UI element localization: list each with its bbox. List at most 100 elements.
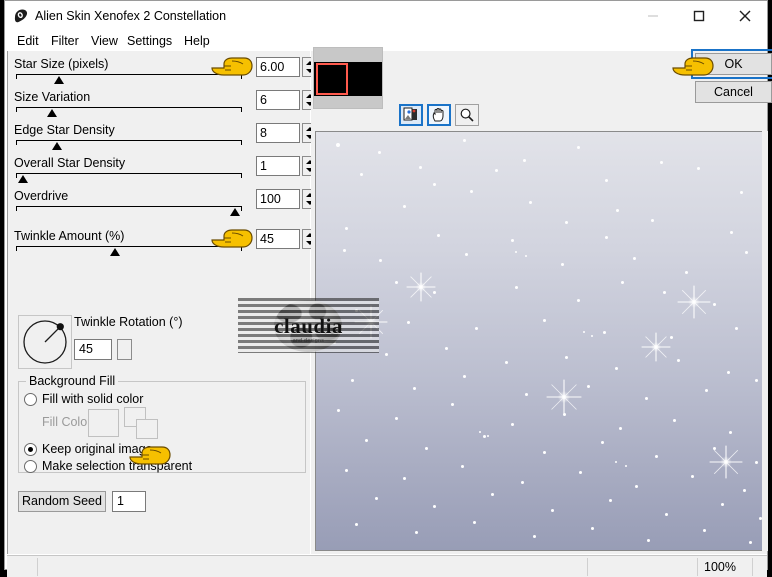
star-dot (542, 318, 546, 322)
menu-item-view[interactable]: View (87, 33, 122, 49)
rotation-stepper[interactable] (117, 339, 132, 360)
radio-make-selection-transparent[interactable] (24, 460, 37, 473)
slider-track-cap-right (241, 107, 242, 112)
slider-track-cap-right (241, 206, 242, 211)
star-dot (614, 366, 618, 370)
slider-value-input[interactable]: 45 (256, 229, 300, 249)
star-dot (472, 520, 476, 524)
radio-keep-original-image[interactable] (24, 443, 37, 456)
star-dot (662, 290, 666, 294)
screen-root: Alien Skin Xenofex 2 Constellation Edit … (0, 0, 772, 577)
preview-vertical-scrollbar[interactable] (762, 131, 768, 551)
star-dot (342, 248, 346, 252)
slider-track[interactable] (16, 140, 242, 150)
zoom-magnifier-icon[interactable] (455, 104, 479, 126)
star-dot (602, 330, 606, 334)
slider-track[interactable] (16, 173, 242, 183)
slider-thumb[interactable] (53, 76, 64, 84)
star-dot (729, 230, 733, 234)
star-dot (432, 504, 436, 508)
star-dot (576, 298, 580, 302)
random-seed-button[interactable]: Random Seed (18, 491, 106, 512)
rotation-label: Twinkle Rotation (°) (74, 315, 183, 329)
star-dot (632, 256, 636, 260)
star-dot (754, 460, 758, 464)
star-dot (600, 440, 604, 444)
star-dot (676, 358, 680, 362)
preview-compare-icon[interactable] (399, 104, 423, 126)
slider-value-input[interactable]: 6.00 (256, 57, 300, 77)
maximize-icon[interactable] (677, 1, 721, 30)
slider-value-input[interactable]: 6 (256, 90, 300, 110)
hand-pan-icon[interactable] (427, 104, 451, 126)
star-dot (608, 498, 612, 502)
star-dot (748, 540, 752, 544)
menu-item-filter[interactable]: Filter (47, 33, 83, 49)
status-divider (697, 558, 698, 576)
fill-color-swatch-alt-2 (136, 419, 158, 439)
star-dot (336, 143, 340, 147)
menu-item-settings[interactable]: Settings (123, 33, 176, 49)
constellation-preview[interactable] (315, 131, 768, 551)
slider-value-input[interactable]: 100 (256, 189, 300, 209)
star-dot (414, 530, 418, 534)
star-dot (436, 233, 440, 237)
twinkle-star (641, 332, 671, 362)
star-dot (704, 388, 708, 392)
pointer-hand-cursor-keep-original (128, 444, 172, 468)
star-dot (578, 470, 582, 474)
star-dot (744, 250, 748, 254)
minimize-icon[interactable] (631, 1, 675, 30)
star-dot (378, 258, 382, 262)
zoom-level-text: 100% (704, 560, 736, 574)
star-dot (377, 150, 381, 154)
pointer-hand-cursor (210, 227, 254, 251)
star-dot (462, 138, 466, 142)
thumbnail-viewport-rect[interactable] (316, 63, 348, 95)
star-dot (522, 158, 526, 162)
slider-track[interactable] (16, 107, 242, 117)
slider-thumb[interactable] (51, 142, 62, 150)
star-dot (460, 464, 464, 468)
star-dot (520, 480, 524, 484)
slider-thumb[interactable] (230, 208, 241, 216)
slider-track[interactable] (16, 74, 242, 84)
preview-gradient (316, 132, 767, 550)
slider-value-input[interactable]: 8 (256, 123, 300, 143)
slider-track-line (16, 107, 242, 108)
star-dot (412, 386, 416, 390)
menu-item-edit[interactable]: Edit (13, 33, 43, 49)
slider-label: Star Size (pixels) (14, 57, 109, 71)
cancel-button[interactable]: Cancel (695, 81, 772, 103)
star-dot (359, 172, 363, 176)
status-bar: 100% (7, 555, 767, 577)
star-dot (634, 484, 638, 488)
random-seed-input[interactable]: 1 (112, 491, 146, 512)
slider-thumb[interactable] (47, 109, 58, 117)
slider-label: Twinkle Amount (%) (14, 229, 125, 243)
navigator-thumbnail[interactable] (313, 47, 383, 109)
star-dot (394, 280, 398, 284)
star-dot (494, 168, 498, 172)
close-icon[interactable] (723, 1, 767, 30)
slider-track[interactable] (16, 206, 242, 216)
star-dot (469, 189, 473, 193)
radio-fill-solid-color[interactable] (24, 393, 37, 406)
slider-value-input[interactable]: 1 (256, 156, 300, 176)
star-dot (646, 538, 650, 542)
star-dot (524, 392, 528, 396)
star-dot (604, 178, 608, 182)
menu-item-help[interactable]: Help (180, 33, 214, 49)
rotation-input[interactable]: 45 (74, 339, 112, 360)
star-dot (528, 200, 532, 204)
slider-label: Edge Star Density (14, 123, 115, 137)
slider-track-line (16, 74, 242, 75)
status-divider (37, 558, 38, 576)
rotation-dial-icon[interactable] (18, 315, 72, 369)
slider-thumb[interactable] (17, 175, 28, 183)
slider-thumb[interactable] (110, 248, 121, 256)
radio-selected-dot (28, 447, 33, 452)
slider-track[interactable] (16, 246, 242, 256)
star-dot (384, 352, 388, 356)
star-dot (462, 374, 466, 378)
